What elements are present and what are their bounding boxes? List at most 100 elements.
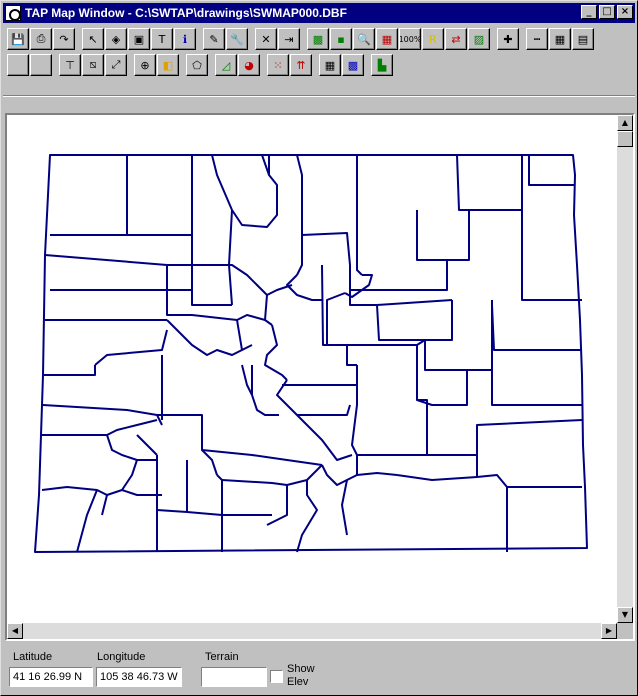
zoom-extent-button[interactable]: ▩ [307,28,329,50]
grid-cells-button[interactable]: ▦ [319,54,341,76]
layers-color-button[interactable]: ◧ [157,54,179,76]
county-boundary-line [286,274,322,301]
magnify-button[interactable]: 🔍 [353,28,375,50]
county-boundaries [34,154,588,553]
redo-arrow-button[interactable]: ↷ [53,28,75,50]
print-button[interactable]: ⎙ [30,28,52,50]
redraw-r-button[interactable]: R [422,28,444,50]
county-boundary-line [356,155,363,276]
magnify-icon: 🔍 [357,32,371,46]
histogram-button[interactable]: ▙ [371,54,393,76]
horizontal-scrollbar[interactable]: ◀ ▶ [7,623,617,639]
delete-x-icon: ✕ [261,32,271,46]
color-grid-button[interactable]: ▩ [342,54,364,76]
delete-x-button[interactable]: ✕ [255,28,277,50]
zoom-100-icon: 100% [399,34,421,44]
main-toolbar: 💾 ⎙ ↷ ↖ ◈ ▣ Tℹ ✎ 🔧 ✕ ⇥ ▩ ▪ 🔍 ▦ 100% R ⇄ ▨ ✚ ┅ ▦ ▤ [3,26,635,52]
map-canvas[interactable] [7,115,617,623]
save-button[interactable]: 💾 [7,28,29,50]
close-button[interactable]: × [617,5,633,19]
zoom-fit-button[interactable]: ▨ [468,28,490,50]
county-boundary-line [425,300,453,341]
county-boundary-line [191,155,232,306]
stamp-icon: ▣ [133,32,145,46]
text-button[interactable]: T [151,28,173,50]
pointer-arrow-button[interactable]: ↖ [82,28,104,50]
vertical-scroll-thumb[interactable] [617,131,633,147]
county-boundary-line [296,480,318,553]
line-tool-button[interactable]: ⊤ [59,54,81,76]
vertical-scrollbar[interactable]: ▲ ▼ [617,115,633,623]
measure-button[interactable]: ✎ [203,28,225,50]
show-elev-checkbox[interactable] [270,670,283,683]
refresh-layer-button[interactable]: ⇄ [445,28,467,50]
county-boundary-line [528,155,575,186]
tap-map-window: TAP Map Window - C:\SWTAP\drawings\SWMAP… [0,0,638,696]
shape-outline-button[interactable]: ⬠ [186,54,208,76]
county-boundary-line [264,324,288,381]
county-boundary-line [491,370,582,406]
move-crosshair-icon: ⊕ [140,58,150,72]
grid-cells-icon: ▦ [324,58,336,72]
title-bar[interactable]: TAP Map Window - C:\SWTAP\drawings\SWMAP… [3,3,635,23]
terrain-label: Terrain [205,651,239,663]
grid-button[interactable]: ▦ [549,28,571,50]
county-boundary-line [321,264,346,346]
county-boundary-line [186,511,223,552]
text-icon: T [158,32,166,46]
document-icon: ▤ [577,32,589,46]
longitude-label: Longitude [97,651,146,663]
arrows-up-button[interactable]: ⇈ [290,54,312,76]
scale-bar-button[interactable]: ┅ [526,28,548,50]
scroll-right-button[interactable]: ▶ [601,623,617,639]
zoom-in-small-button[interactable]: ▪ [330,28,352,50]
pan-shape-button[interactable]: ◈ [105,28,127,50]
county-boundary-line [201,449,218,476]
blank-tool-2-button[interactable] [30,54,52,76]
area-chart-button[interactable]: ◿ [215,54,237,76]
move-crosshair-button[interactable]: ⊕ [134,54,156,76]
scatter-points-icon: ⁙ [273,58,283,72]
pie-chart-button[interactable]: ◕ [238,54,260,76]
county-boundary-line [221,479,288,486]
info-button[interactable]: ℹ [174,28,196,50]
minimize-button[interactable]: _ [581,5,597,19]
stamp-button[interactable]: ▣ [128,28,150,50]
zoom-in-small-icon: ▪ [337,32,345,46]
document-button[interactable]: ▤ [572,28,594,50]
county-boundary-line [296,154,303,276]
county-boundary-line [416,210,470,261]
wrench-button[interactable]: 🔧 [226,28,248,50]
county-boundary-line [42,419,158,436]
county-boundary-line [50,234,193,291]
scatter-points-button[interactable]: ⁙ [267,54,289,76]
status-bar: Latitude 41 16 26.99 N Longitude 105 38 … [3,647,635,693]
longitude-field: 105 38 46.73 W [96,667,182,687]
polygon-select-button[interactable]: ⧅ [82,54,104,76]
maximize-button[interactable]: □ [599,5,615,19]
latitude-field: 41 16 26.99 N [9,667,93,687]
county-boundary-line [297,404,351,416]
county-boundary-line [121,459,138,491]
scroll-left-button[interactable]: ◀ [7,623,23,639]
county-boundary-line [157,414,323,466]
scroll-down-button[interactable]: ▼ [617,607,633,623]
resize-diagonal-icon: ⤢ [111,58,121,71]
import-icon: ⇥ [284,32,294,46]
county-boundary-line [44,254,192,266]
info-icon: ℹ [182,32,188,46]
scroll-corner [617,623,633,639]
zoom-box-red-button[interactable]: ▦ [376,28,398,50]
zoom-fit-icon: ▨ [473,32,485,46]
scroll-up-button[interactable]: ▲ [617,115,633,131]
add-point-button[interactable]: ✚ [497,28,519,50]
layers-color-icon: ◧ [162,58,174,72]
county-boundary-line [156,455,188,513]
import-button[interactable]: ⇥ [278,28,300,50]
app-logo-icon[interactable] [5,5,21,21]
zoom-100-button[interactable]: 100% [399,28,421,50]
county-boundary-line [94,329,168,366]
resize-diagonal-button[interactable]: ⤢ [105,54,127,76]
blank-tool-1-button[interactable] [7,54,29,76]
pie-chart-icon: ◕ [244,58,254,72]
